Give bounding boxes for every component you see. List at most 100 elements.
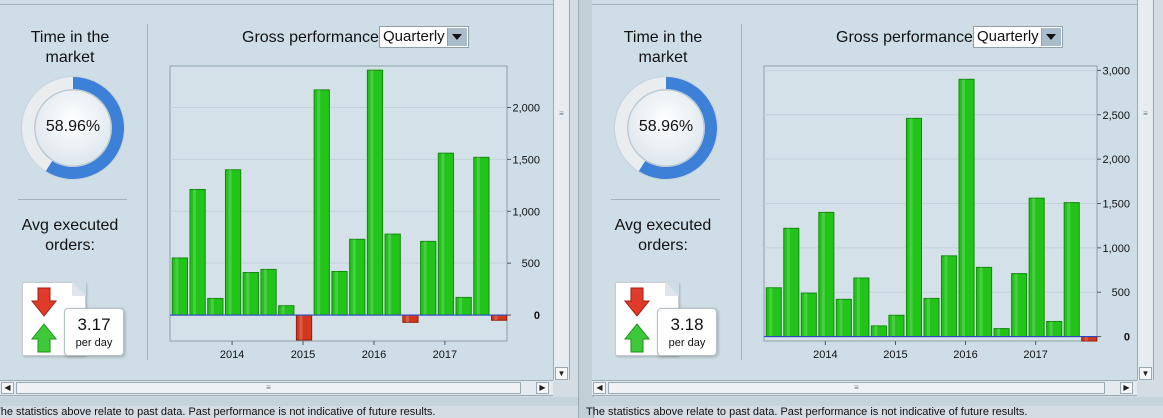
y-tick-label: 1,500 [1102, 199, 1130, 211]
bar [420, 240, 437, 316]
bar [366, 69, 384, 316]
y-tick-label: 0 [534, 310, 540, 322]
avg-orders-value-box: 3.18 per day [657, 308, 717, 356]
statistics-panel-left: Time in the market 58.96% Avg executed o… [0, 0, 555, 380]
bar-highlight [769, 287, 773, 337]
bar [976, 266, 993, 338]
bar-highlight [246, 272, 250, 316]
bar [783, 227, 800, 338]
x-tick-label: 2015 [883, 349, 907, 361]
bar [800, 292, 817, 338]
bar [1046, 320, 1063, 338]
bar-highlight [944, 255, 948, 337]
bar-highlight [856, 278, 860, 337]
bar [1028, 197, 1045, 338]
bar [207, 297, 224, 316]
bar [958, 78, 975, 338]
arrow-up-icon [623, 323, 651, 353]
horizontal-scrollbar-left[interactable]: ◀ ≡ ▶ [0, 380, 553, 396]
disclaimer-text-right: The statistics above relate to past data… [586, 406, 1028, 418]
time-in-market-percent: 58.96% [638, 118, 694, 135]
bar-highlight [441, 153, 445, 316]
chevron-down-icon[interactable] [447, 28, 467, 46]
scroll-right-button[interactable]: ▶ [536, 382, 549, 394]
bar-highlight [299, 315, 303, 340]
avg-executed-orders-title: Avg executed orders: [614, 217, 712, 254]
bar [888, 314, 905, 338]
vertical-scrollbar-right[interactable]: ≡ ▼ [1137, 0, 1154, 380]
avg-executed-orders-title: Avg executed orders: [21, 217, 119, 254]
section-divider [611, 199, 720, 200]
bar-highlight [405, 315, 409, 323]
y-tick-label: 2,000 [512, 103, 540, 115]
bar-highlight [459, 297, 463, 316]
scroll-thumb[interactable]: ≡ [16, 382, 521, 394]
bar-highlight [891, 315, 895, 337]
top-divider [0, 0, 555, 5]
y-tick-label: 1,000 [512, 206, 540, 218]
scroll-thumb[interactable]: ≡ [608, 382, 1105, 394]
bar-highlight [352, 239, 356, 316]
bar [1081, 336, 1098, 342]
bar-highlight [926, 298, 930, 337]
bar [853, 277, 870, 338]
bar-highlight [210, 298, 214, 316]
footer-separator [592, 397, 1163, 406]
bar [491, 314, 508, 321]
scroll-down-button[interactable]: ▼ [1139, 367, 1152, 380]
column-divider [147, 24, 148, 360]
arrow-down-icon [623, 287, 651, 317]
bar [384, 233, 401, 316]
x-tick-label: 2016 [953, 349, 977, 361]
horizontal-scrollbar-right[interactable]: ◀ ≡ ▶ [592, 380, 1137, 396]
x-tick-label: 2017 [1023, 349, 1047, 361]
y-tick-label: 3,000 [1102, 65, 1130, 77]
period-select[interactable]: Quarterly [379, 26, 469, 48]
avg-orders-unit: per day [75, 337, 113, 349]
x-tick-label: 2017 [433, 349, 457, 361]
chevron-down-icon[interactable] [1041, 28, 1061, 46]
avg-orders-value-box: 3.17 per day [64, 308, 124, 356]
time-in-market-title: Time in the market [623, 29, 703, 66]
scroll-left-button[interactable]: ◀ [593, 382, 606, 394]
y-tick-label: 1,500 [512, 154, 540, 166]
bar-highlight [962, 79, 966, 337]
y-tick-label: 1,000 [1102, 243, 1130, 255]
gross-performance-label: Gross performance [242, 29, 379, 46]
scroll-down-button[interactable]: ▼ [555, 367, 568, 380]
bar [278, 305, 295, 316]
bar-highlight [494, 315, 498, 321]
time-in-market-percent: 58.96% [45, 118, 101, 135]
scroll-grip-icon: ≡ [559, 109, 564, 118]
bar [1063, 202, 1080, 338]
bar [437, 152, 455, 316]
y-tick-label: 500 [1112, 287, 1130, 299]
bar-highlight [821, 212, 825, 337]
period-select[interactable]: Quarterly [973, 26, 1063, 48]
gross-performance-chart: 2,000 1,500 1,000 500 0 2014 2015 2016 2017 [169, 65, 540, 361]
top-divider [592, 0, 1137, 5]
bar [940, 255, 958, 338]
bar-highlight [1032, 198, 1036, 337]
bar-highlight [874, 325, 878, 337]
bar [313, 89, 330, 316]
bar [455, 296, 472, 316]
time-in-market-title: Time in the market [30, 29, 110, 66]
arrow-down-icon [30, 287, 58, 317]
scroll-right-button[interactable]: ▶ [1120, 382, 1133, 394]
period-select-value: Quarterly [977, 28, 1039, 45]
bar-highlight [1049, 321, 1053, 337]
vertical-scrollbar-left[interactable]: ≡ ▼ [553, 0, 570, 380]
bar-highlight [175, 257, 179, 316]
bar-highlight [1067, 202, 1071, 337]
bar-highlight [476, 157, 480, 316]
bar [993, 328, 1010, 338]
scroll-left-button[interactable]: ◀ [1, 382, 14, 394]
bar [224, 169, 242, 316]
statistics-panel-right: Time in the market 58.96% Avg executed o… [592, 0, 1137, 380]
bar-highlight [1014, 273, 1018, 337]
x-tick-label: 2014 [220, 349, 244, 361]
bar [473, 156, 490, 316]
avg-orders-unit: per day [668, 337, 706, 349]
bar-highlight [193, 189, 197, 316]
